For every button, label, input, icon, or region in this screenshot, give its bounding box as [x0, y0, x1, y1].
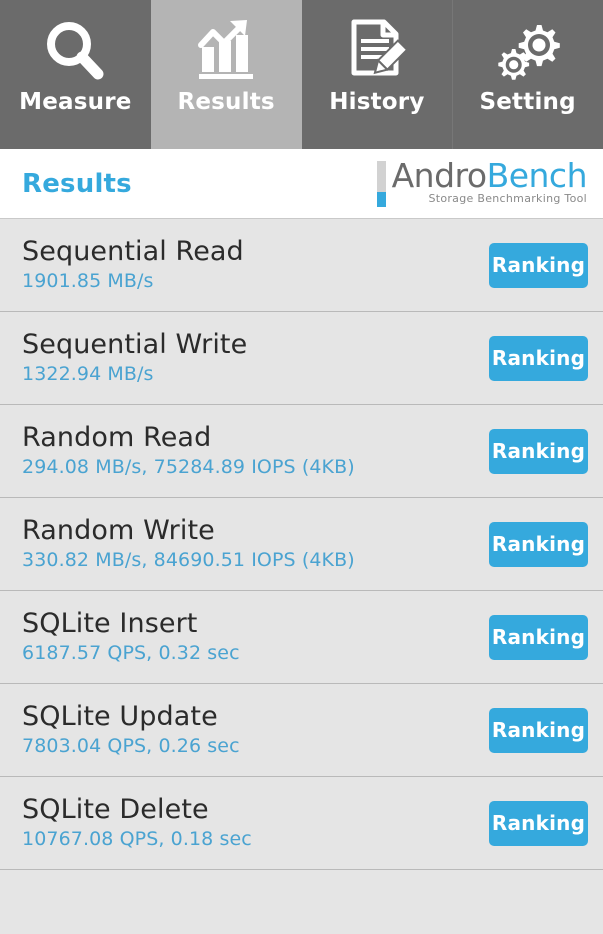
- result-value: 1322.94 MB/s: [22, 363, 154, 385]
- bar-chart-arrow-icon: [183, 14, 269, 86]
- result-title: Sequential Read: [22, 236, 244, 267]
- tab-results[interactable]: Results: [150, 0, 302, 149]
- tab-history-label: History: [329, 89, 425, 115]
- result-value: 6187.57 QPS, 0.32 sec: [22, 642, 240, 664]
- results-list: Sequential Read 1901.85 MB/s Ranking Seq…: [0, 219, 603, 934]
- logo-bar-icon: [376, 160, 386, 207]
- result-title: Random Read: [22, 422, 212, 453]
- tab-measure[interactable]: Measure: [0, 0, 151, 149]
- tab-history[interactable]: History: [301, 0, 453, 149]
- table-row[interactable]: SQLite Delete 10767.08 QPS, 0.18 sec Ran…: [0, 777, 603, 870]
- table-row[interactable]: Random Write 330.82 MB/s, 84690.51 IOPS …: [0, 498, 603, 591]
- result-value: 7803.04 QPS, 0.26 sec: [22, 735, 240, 757]
- result-value: 330.82 MB/s, 84690.51 IOPS (4KB): [22, 549, 355, 571]
- androbench-logo: AndroBench Storage Benchmarking Tool: [376, 155, 588, 209]
- result-title: Sequential Write: [22, 329, 248, 360]
- result-title: Random Write: [22, 515, 215, 546]
- logo-word-secondary: Bench: [486, 155, 588, 195]
- tab-setting-label: Setting: [479, 89, 576, 115]
- ranking-button[interactable]: Ranking: [489, 614, 588, 660]
- table-row[interactable]: SQLite Update 7803.04 QPS, 0.26 sec Rank…: [0, 684, 603, 777]
- tab-setting[interactable]: Setting: [452, 0, 603, 149]
- tab-bar: Measure Results History Setting: [0, 0, 603, 149]
- table-row[interactable]: Sequential Read 1901.85 MB/s Ranking: [0, 219, 603, 312]
- tab-measure-label: Measure: [19, 89, 132, 115]
- document-pencil-icon: [334, 14, 420, 86]
- result-value: 294.08 MB/s, 75284.89 IOPS (4KB): [22, 456, 355, 478]
- logo-word-primary: Andro: [391, 155, 487, 195]
- androbench-app: Measure Results History Setting Results …: [0, 0, 603, 934]
- ranking-button[interactable]: Ranking: [489, 428, 588, 474]
- logo-tagline: Storage Benchmarking Tool: [428, 191, 587, 205]
- result-title: SQLite Insert: [22, 608, 198, 639]
- ranking-button[interactable]: Ranking: [489, 521, 588, 567]
- gears-icon: [485, 14, 571, 86]
- result-value: 1901.85 MB/s: [22, 270, 154, 292]
- tab-results-label: Results: [177, 89, 275, 115]
- page-header: Results AndroBench Storage Benchmarking …: [0, 149, 603, 219]
- table-row[interactable]: Random Read 294.08 MB/s, 75284.89 IOPS (…: [0, 405, 603, 498]
- ranking-button[interactable]: Ranking: [489, 242, 588, 288]
- ranking-button[interactable]: Ranking: [489, 800, 588, 846]
- page-title: Results: [22, 168, 132, 199]
- result-title: SQLite Update: [22, 701, 218, 732]
- table-row[interactable]: Sequential Write 1322.94 MB/s Ranking: [0, 312, 603, 405]
- ranking-button[interactable]: Ranking: [489, 707, 588, 753]
- result-value: 10767.08 QPS, 0.18 sec: [22, 828, 252, 850]
- magnifier-icon: [32, 14, 118, 86]
- result-title: SQLite Delete: [22, 794, 209, 825]
- ranking-button[interactable]: Ranking: [489, 335, 588, 381]
- table-row[interactable]: SQLite Insert 6187.57 QPS, 0.32 sec Rank…: [0, 591, 603, 684]
